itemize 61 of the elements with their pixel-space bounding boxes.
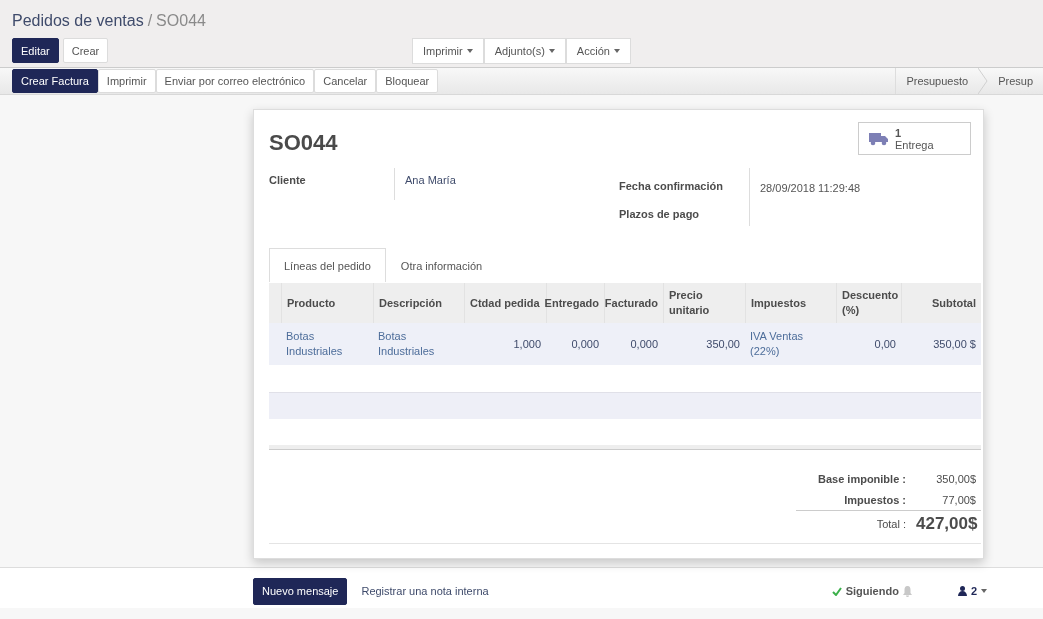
table-cell: 350,00 [663,323,745,365]
column-header[interactable]: Entregado [546,283,604,323]
dropdown-button[interactable]: Acción [565,37,631,64]
record-title: SO044 [269,130,338,156]
bell-icon [902,585,912,597]
field-label: Fecha confirmación [619,179,724,194]
total-label: Total : [875,518,906,530]
column-header[interactable]: Ctdad pedida [464,283,546,323]
action-button[interactable]: Imprimir [97,69,156,93]
create-button[interactable]: Crear [62,38,109,63]
breadcrumb-separator: / [147,12,153,30]
column-header[interactable]: Descuento (%) [836,283,901,323]
dropdown-button[interactable]: Imprimir [412,37,484,64]
column-header[interactable]: Impuestos [745,283,836,323]
column-header[interactable]: Precio unitario [663,283,745,323]
total-value: 77,00$ [941,494,976,506]
table-cell: 0,000 [604,323,663,365]
log-note-link[interactable]: Registrar una nota interna [361,585,489,597]
total-label: Base imponible : [816,473,906,485]
dropdown-button[interactable]: Adjunto(s) [483,37,566,64]
table-cell: 1,000 [464,323,546,365]
column-header[interactable]: Facturado [604,283,663,323]
table-cell: 350,00 $ [901,323,981,365]
total-value: 350,00$ [935,473,976,485]
caret-icon [466,48,473,53]
tab[interactable]: Líneas del pedido [269,248,386,282]
caret-icon [981,589,987,593]
breadcrumb-link[interactable]: Pedidos de ventas [12,12,144,30]
edit-button[interactable]: Editar [12,38,59,63]
following-status[interactable]: Siguiendo [845,585,899,597]
table-cell: IVA Ventas (22%) [745,323,836,365]
total-label: Impuestos : [843,494,906,506]
caret-icon [548,48,555,53]
column-header[interactable]: Subtotal [901,283,981,323]
row-handle[interactable] [269,323,281,365]
check-icon [831,586,842,596]
field-label: Cliente [269,173,307,188]
truck-icon [869,131,889,146]
table-cell: Botas Industriales [281,323,373,365]
field-label: Plazos de pago [619,207,701,222]
delivery-smart-button[interactable]: 1 Entrega [858,122,971,155]
column-header[interactable]: Descripción [373,283,464,323]
table-cell: 0,00 [836,323,901,365]
followers-button[interactable]: 2 [951,584,993,598]
status-stage[interactable]: Presup [988,75,1043,87]
field-value: 28/09/2018 11:29:48 [749,168,983,200]
caret-icon [613,48,620,53]
action-button[interactable]: Crear Factura [12,69,98,93]
action-button[interactable]: Cancelar [314,69,377,93]
table-cell: 0,000 [546,323,604,365]
new-message-button[interactable]: Nuevo mensaje [253,577,348,605]
status-stage[interactable]: Presupuesto [896,75,979,87]
customer-link[interactable]: Ana María [394,168,619,200]
user-icon [957,586,967,596]
action-button[interactable]: Bloquear [376,69,439,93]
table-cell: Botas Industriales [373,323,464,365]
breadcrumb-current: SO044 [156,12,206,30]
column-header[interactable]: Producto [281,283,373,323]
action-button[interactable]: Enviar por correo electrónico [155,69,315,93]
header-spacer [269,283,281,323]
total-value: 427,00$ [916,514,976,534]
